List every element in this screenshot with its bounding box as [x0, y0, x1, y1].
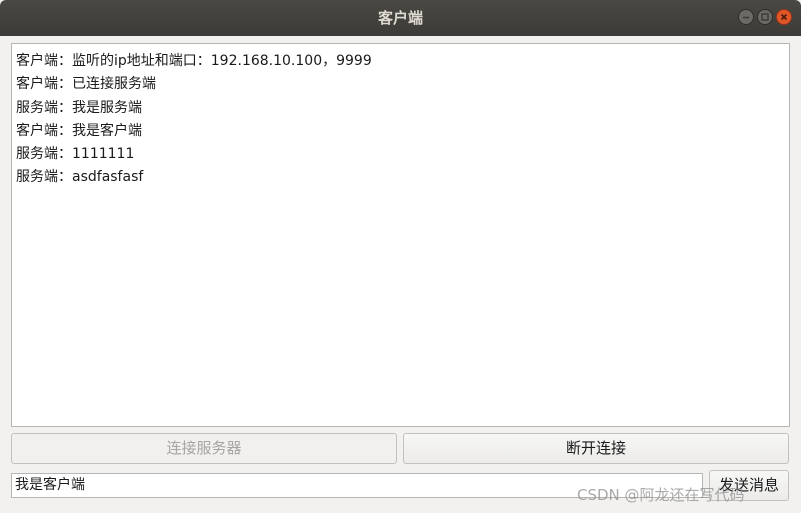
log-line: 客户端：已连接服务端: [16, 76, 156, 93]
log-line: 服务端：我是服务端: [16, 99, 142, 116]
log-line: 服务端：asdfasfasf: [16, 169, 144, 186]
window-titlebar[interactable]: 客户端: [0, 0, 801, 36]
close-icon[interactable]: [776, 9, 792, 25]
connect-server-button[interactable]: 连接服务器: [11, 433, 397, 464]
watermark: CSDN @阿龙还在写代码: [577, 486, 745, 504]
log-line: 客户端：我是客户端: [16, 122, 142, 139]
log-line: 服务端：1111111: [16, 146, 135, 163]
maximize-icon[interactable]: [757, 9, 773, 25]
disconnect-button[interactable]: 断开连接: [403, 433, 789, 464]
log-line: 客户端：监听的ip地址和端口：192.168.10.100，9999: [16, 53, 372, 69]
minimize-icon[interactable]: [738, 9, 754, 25]
window-title: 客户端: [377, 9, 423, 27]
message-log[interactable]: 客户端：监听的ip地址和端口：192.168.10.100，9999 客户端：已…: [11, 43, 790, 427]
